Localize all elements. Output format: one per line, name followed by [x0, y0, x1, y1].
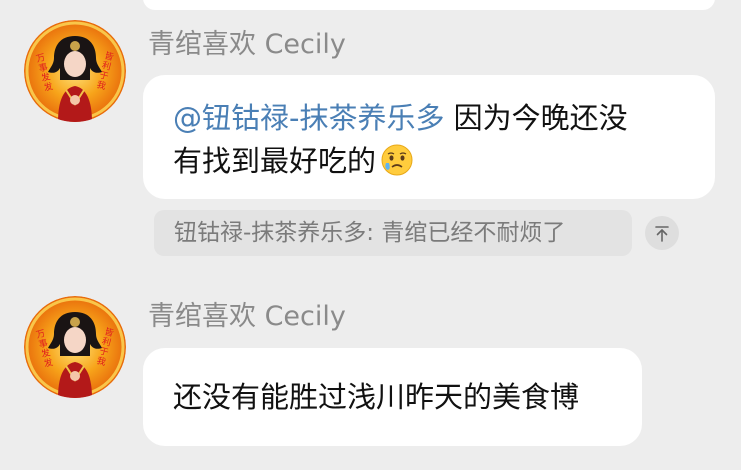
- avatar[interactable]: 万事发发 皆利于我: [24, 20, 126, 122]
- message-bubble[interactable]: 还没有能胜过浅川昨天的美食博: [143, 348, 642, 446]
- sender-name[interactable]: 青绾喜欢 Cecily: [148, 300, 346, 334]
- sender-name[interactable]: 青绾喜欢 Cecily: [148, 28, 346, 62]
- message-text: 还没有能胜过浅川昨天的美食博: [173, 380, 580, 414]
- avatar-image: 万事发发 皆利于我: [24, 20, 126, 122]
- message-text-line1: 因为今晚还没: [444, 101, 628, 135]
- message-text-line2: 有找到最好吃的: [173, 144, 377, 178]
- avatar-image: 万事发发 皆利于我: [24, 296, 126, 398]
- avatar[interactable]: 万事发发 皆利于我: [24, 296, 126, 398]
- message-bubble[interactable]: @钮钴禄-抹茶养乐多 因为今晚还没 有找到最好吃的: [143, 75, 715, 199]
- crying-face-emoji-icon: [380, 143, 414, 189]
- previous-message-bubble[interactable]: [143, 0, 715, 10]
- quoted-reply[interactable]: 钮钴禄-抹茶养乐多: 青绾已经不耐烦了: [154, 210, 632, 256]
- arrow-up-to-top-icon[interactable]: [645, 216, 679, 250]
- mention-link[interactable]: @钮钴禄-抹茶养乐多: [173, 101, 444, 135]
- chat-view: 万事发发 皆利于我 青绾喜欢 Cecily @钮钴禄-抹茶养乐多 因为今晚还没 …: [0, 0, 741, 470]
